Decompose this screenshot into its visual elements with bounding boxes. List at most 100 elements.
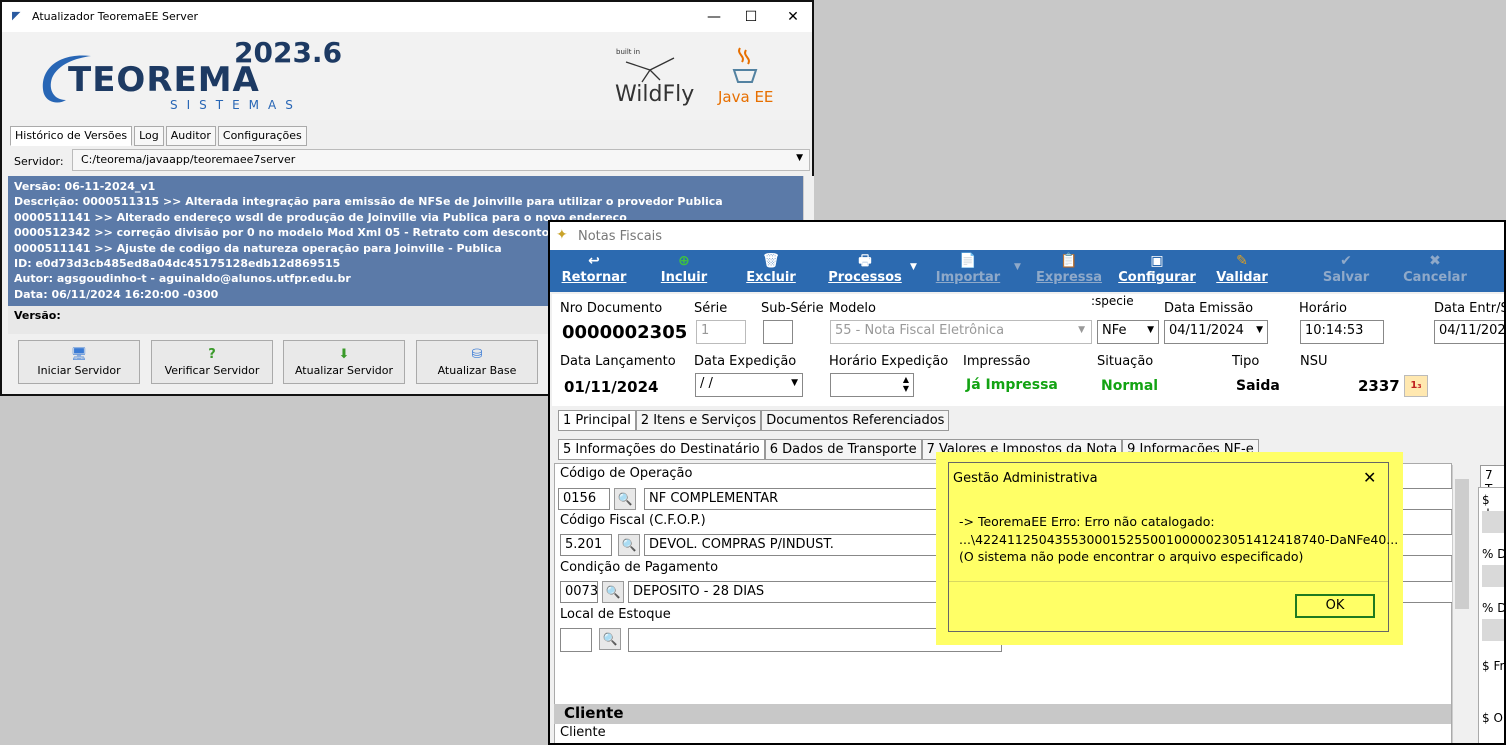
validate-icon: ✎ [1236, 253, 1248, 269]
tab-log[interactable]: Log [134, 126, 164, 146]
search-icon[interactable]: 🔍 [618, 534, 640, 556]
data-entr-input[interactable]: 04/11/2024 [1434, 320, 1504, 344]
codigo-operacao-label: Código de Operação [560, 466, 693, 481]
monitor-icon: 🖥 [70, 347, 88, 362]
sub-serie-input[interactable] [763, 320, 793, 344]
tab-transporte[interactable]: 6 Dados de Transporte [764, 439, 922, 460]
maximize-button[interactable]: ☐ [733, 6, 769, 28]
tab-documentos-referenciados[interactable]: Documentos Referenciados [761, 410, 950, 431]
chevron-down-icon: ▼ [1078, 325, 1085, 335]
excluir-button[interactable]: 🗑 Excluir [740, 250, 802, 292]
wildfly-logo: WildFly [615, 82, 695, 107]
tab-auditor[interactable]: Auditor [165, 126, 216, 146]
question-icon: ? [208, 347, 216, 362]
scrollbar-thumb[interactable] [1455, 479, 1469, 609]
minimize-button[interactable]: — [696, 6, 732, 28]
tabs-row-1: 1 Principal 2 Itens e Serviços Documento… [558, 410, 950, 431]
right-label: $ Fr [1482, 659, 1505, 673]
impressao-value: Já Impressa [966, 377, 1058, 393]
dialog-message: -> TeoremaEE Erro: Erro não catalogado: … [959, 513, 1398, 566]
dialog-close-button[interactable]: ✕ [1363, 468, 1376, 487]
server-select[interactable]: C:/teorema/javaapp/teoremaee7server ▼ [72, 149, 810, 171]
especie-select[interactable]: NFe ▼ [1097, 320, 1159, 344]
especie-label: :specie [1091, 294, 1134, 308]
chevron-down-icon: ▼ [791, 378, 798, 388]
tab-principal[interactable]: 1 Principal [558, 410, 636, 431]
iniciar-servidor-button[interactable]: 🖥 Iniciar Servidor [18, 340, 140, 384]
expressa-button[interactable]: 📋 Expressa [1034, 250, 1104, 292]
search-icon[interactable]: 🔍 [599, 628, 621, 650]
data-expedicao-input[interactable]: / / ▼ [695, 373, 803, 397]
printer-icon: 🖶 [858, 253, 872, 269]
ok-button[interactable]: OK [1295, 594, 1375, 618]
tab-itens-servicos[interactable]: 2 Itens e Serviços [635, 410, 762, 431]
horario-expedicao-label: Horário Expedição [829, 354, 949, 369]
tab-historico[interactable]: Histórico de Versões [10, 126, 133, 146]
importar-button[interactable]: 📄 Importar ▼ [928, 250, 1021, 292]
teorema-logo-subtext: SISTEMAS [170, 98, 302, 112]
server-path: C:/teorema/javaapp/teoremaee7server [81, 153, 296, 166]
spinner-icon[interactable]: ▲ ▼ [903, 375, 909, 393]
data-lancamento-value: 01/11/2024 [564, 378, 659, 396]
nsu-sequence-icon[interactable]: 1₃ [1404, 375, 1428, 397]
cliente-section-header: Cliente [554, 704, 1451, 724]
salvar-button[interactable]: ✔ Salvar [1318, 250, 1374, 292]
tab-destinatario[interactable]: 5 Informações do Destinatário [558, 439, 765, 460]
right-label: % D [1482, 547, 1506, 561]
log-line: Descrição: 0000511315 >> Alterada integr… [14, 195, 723, 209]
nro-documento-value: 0000002305 [562, 322, 688, 343]
condicao-pagamento-input[interactable]: 0073 [560, 581, 598, 603]
tipo-label: Tipo [1232, 354, 1260, 369]
data-expedicao-label: Data Expedição [694, 354, 797, 369]
search-icon[interactable]: 🔍 [602, 581, 624, 603]
verificar-servidor-button[interactable]: ? Verificar Servidor [151, 340, 273, 384]
nsu-label: NSU [1300, 354, 1328, 369]
document-icon: 📄 [959, 253, 977, 269]
data-emissao-input[interactable]: 04/11/2024 ▼ [1164, 320, 1268, 344]
app-icon: ✦ [556, 227, 568, 243]
teorema-logo-text: TEOREMA [68, 60, 260, 100]
serie-label: Série [694, 301, 728, 316]
close-button[interactable]: ✕ [775, 6, 811, 28]
updater-titlebar: ◤ Atualizador TeoremaEE Server — ☐ ✕ [2, 2, 812, 32]
codigo-operacao-input[interactable]: 0156 [558, 488, 610, 510]
dialog-title: Gestão Administrativa [953, 471, 1098, 486]
validar-button[interactable]: ✎ Validar [1214, 250, 1270, 292]
right-label: % D [1482, 601, 1506, 615]
serie-input[interactable]: 1 [696, 320, 746, 344]
cliente-label: Cliente [560, 725, 606, 740]
local-estoque-input[interactable] [560, 628, 592, 652]
processos-button[interactable]: 🖶 Processos ▼ [820, 250, 917, 292]
download-icon: ⬇ [338, 347, 350, 362]
return-icon: ↩ [588, 253, 600, 269]
check-icon: ✔ [1340, 253, 1352, 269]
updater-banner: 2023.6 TEOREMA SISTEMAS built in WildFly… [2, 32, 812, 120]
configurar-button[interactable]: ▣ Configurar [1118, 250, 1196, 292]
dialog-message-line: (O sistema não pode encontrar o arquivo … [959, 549, 1304, 564]
horario-input[interactable]: 10:14:53 [1300, 320, 1384, 344]
config-icon: ▣ [1150, 253, 1164, 269]
sub-serie-label: Sub-Série [761, 301, 824, 316]
right-values-panel: 7 T $ de % D % D $ Fr $ O [1472, 465, 1506, 743]
atualizar-base-button[interactable]: ⛁ Atualizar Base [416, 340, 538, 384]
trash-icon: 🗑 [762, 253, 780, 269]
updater-tabs: Histórico de Versões Log Auditor Configu… [10, 126, 307, 146]
tab-configuracoes[interactable]: Configurações [217, 126, 307, 146]
atualizar-servidor-button[interactable]: ⬇ Atualizar Servidor [283, 340, 405, 384]
cancelar-button[interactable]: ✖ Cancelar [1402, 250, 1468, 292]
retornar-button[interactable]: ↩ Retornar [560, 250, 628, 292]
cfop-input[interactable]: 5.201 [560, 534, 612, 556]
incluir-button[interactable]: ⊕ Incluir [654, 250, 714, 292]
notas-titlebar: ✦ Notas Fiscais [550, 222, 1504, 250]
modelo-select[interactable]: 55 - Nota Fiscal Eletrônica ▼ [830, 320, 1092, 344]
database-icon: ⛁ [471, 347, 483, 362]
panel-scrollbar[interactable] [1452, 465, 1471, 743]
wildfly-bird-icon [625, 57, 675, 83]
search-icon[interactable]: 🔍 [614, 488, 636, 510]
horario-expedicao-input[interactable]: ▲ ▼ [830, 373, 914, 397]
javaee-logo: Java EE [718, 88, 774, 106]
nro-documento-label: Nro Documento [560, 301, 663, 316]
modelo-label: Modelo [829, 301, 876, 316]
right-label: $ O [1482, 711, 1503, 725]
notas-toolbar: ↩ Retornar ⊕ Incluir 🗑 Excluir 🖶 Process… [550, 250, 1504, 292]
